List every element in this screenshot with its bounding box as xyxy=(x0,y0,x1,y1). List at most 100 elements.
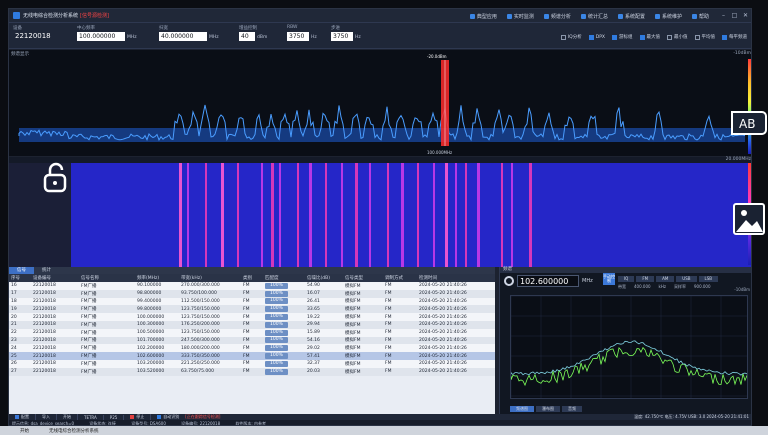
table-row[interactable]: 26 22120018 FM广播 103.200000 221.250/250.000 F… xyxy=(9,359,495,368)
zoom-spectrum-chart[interactable] xyxy=(510,295,748,399)
col-signal-type[interactable]: 信号类型 xyxy=(343,274,383,282)
menu-system-maintenance[interactable]: 系统维护 xyxy=(654,13,682,20)
col-device[interactable]: 设备编号 xyxy=(31,274,79,282)
option-max[interactable]: 最大值 xyxy=(639,34,660,40)
col-signal-name[interactable]: 信号名称 xyxy=(79,274,135,282)
title-bar: 无线电综合检测分析系统 [信号源检测] 典型应用 实时监测 频谱分析 统计汇总 … xyxy=(9,9,751,23)
menu-statistics[interactable]: 统计汇总 xyxy=(580,13,608,20)
gain-input[interactable]: 40 xyxy=(239,32,255,41)
close-icon[interactable]: ✕ xyxy=(740,11,751,20)
table-row[interactable]: 19 22120018 FM广播 99.800000 123.750/150.000 FM… xyxy=(9,305,495,314)
match-chip: 100% xyxy=(265,353,288,360)
window-controls: – □ ✕ xyxy=(718,11,751,20)
table-row[interactable]: 24 22120018 FM广播 102.200000 180.000/200.000 F… xyxy=(9,344,495,353)
max-checkbox[interactable] xyxy=(639,34,645,40)
tab-signals[interactable]: 信号 xyxy=(9,267,34,274)
iq-checkbox[interactable] xyxy=(560,34,566,40)
waterfall-streak xyxy=(325,163,327,267)
menu-spectrum-analysis[interactable]: 频谱分析 xyxy=(543,13,571,20)
device-select[interactable]: 22120018 xyxy=(13,32,53,41)
col-match[interactable]: 匹配度 xyxy=(263,274,305,282)
taskbar-start[interactable]: 开始 xyxy=(20,428,29,434)
bandwidth-value[interactable]: 400.000 xyxy=(634,284,651,290)
image-icon[interactable] xyxy=(728,198,768,242)
mode-am-button[interactable]: AM xyxy=(656,276,675,282)
table-cell: FM广播 xyxy=(79,352,135,360)
table-cell: FM xyxy=(241,297,263,306)
taskbar-app[interactable]: 无线电综合检测分析系统 xyxy=(49,428,99,434)
col-index[interactable]: 序号 xyxy=(9,274,31,282)
channel-checkbox[interactable] xyxy=(722,34,727,40)
table-row[interactable]: 21 22120018 FM广播 100.300000 176.250/200.000 F… xyxy=(9,320,495,329)
match-chip: 100% xyxy=(265,298,288,305)
waterfall-streak xyxy=(297,163,299,267)
tab-spectrum[interactable]: 频谱图 xyxy=(510,406,534,412)
zoom-freq-input[interactable]: 102.600000 xyxy=(517,275,579,287)
menu-system-config[interactable]: 系统配置 xyxy=(617,13,645,20)
span-input[interactable]: 40.000000 xyxy=(159,32,207,41)
option-avg[interactable]: 平均值 xyxy=(694,34,715,40)
spectrum-panel[interactable]: 频谱显示 -10dBm -20.0dBm 100.000MHz xyxy=(9,50,751,156)
waterfall-panel[interactable]: 20.000MHz xyxy=(9,157,751,267)
minimize-icon[interactable]: – xyxy=(718,11,729,20)
p25-button[interactable]: P25 xyxy=(104,414,125,420)
table-row[interactable]: 27 22120018 FM广播 103.520000 63.750/75.000 FM 1… xyxy=(9,367,495,376)
unlock-icon[interactable] xyxy=(40,162,72,194)
rbw-input[interactable]: 3750 xyxy=(287,32,309,41)
option-min[interactable]: 最小值 xyxy=(667,34,688,40)
translate-ab-icon[interactable]: AB xyxy=(728,108,768,138)
table-row[interactable]: 22 22120018 FM广播 100.500000 123.750/150.000 F… xyxy=(9,328,495,337)
table-row[interactable]: 25 22120018 FM广播 102.600000 333.750/350.000 F… xyxy=(9,352,495,360)
center-freq-input[interactable]: 100.000000 xyxy=(77,32,125,41)
tab-waterfall[interactable]: 瀑布图 xyxy=(536,406,560,412)
option-channel[interactable]: 每平频道 xyxy=(722,34,747,40)
table-cell: 100.500000 xyxy=(135,328,179,337)
tuner-knob-icon[interactable] xyxy=(504,276,514,286)
col-modulation[interactable]: 调制方式 xyxy=(383,274,417,282)
table-cell: 102.200000 xyxy=(135,344,179,353)
menu-typical-apps[interactable]: 典型应用 xyxy=(469,13,497,20)
table-cell: FM xyxy=(383,344,417,353)
center-freq-label: 中心频率 xyxy=(77,26,95,31)
table-row[interactable]: 23 22120018 FM广播 101.700000 247.500/300.000 F… xyxy=(9,336,495,345)
table-cell: FM xyxy=(241,352,263,360)
col-frequency[interactable]: 频率(MHz) xyxy=(135,274,179,282)
waterfall-streak xyxy=(401,163,404,267)
cursor-checkbox[interactable] xyxy=(612,34,617,40)
sample-rate-value[interactable]: 900.000 xyxy=(694,284,711,290)
mode-usb-button[interactable]: USB xyxy=(676,276,697,282)
table-cell: FM xyxy=(241,336,263,345)
option-iq[interactable]: IQ分析 xyxy=(560,34,582,40)
col-snr[interactable]: 信噪比(dB) xyxy=(305,274,343,282)
table-cell: 100% xyxy=(263,313,305,321)
option-cursor[interactable]: 游标组 xyxy=(612,34,633,40)
table-row[interactable]: 20 22120018 FM广播 100.000000 123.750/150.000 F… xyxy=(9,313,495,321)
zoom-settings-row: 带宽 400.000 kHz 采样率 900.000 xyxy=(618,284,719,290)
manual-control-button[interactable]: 手动控制 xyxy=(603,273,615,285)
avg-checkbox[interactable] xyxy=(694,34,700,40)
mode-lsb-button[interactable]: LSB xyxy=(698,276,719,282)
menu-realtime[interactable]: 实时监测 xyxy=(506,13,534,20)
step-input[interactable]: 3750 xyxy=(331,32,353,41)
option-dpx[interactable]: DPX xyxy=(588,34,605,40)
table-row[interactable]: 16 22120018 FM广播 90.100000 270.000/300.000 FM… xyxy=(9,282,495,290)
table-cell: FM广播 xyxy=(79,336,135,345)
menu-help[interactable]: 帮助 xyxy=(691,13,709,20)
col-bandwidth[interactable]: 带宽(kHz) xyxy=(179,274,241,282)
mode-iq-button[interactable]: IQ xyxy=(618,276,635,282)
table-cell: 20.03 xyxy=(305,367,343,376)
table-row[interactable]: 18 22120018 FM广播 99.400000 112.500/150.000 FM… xyxy=(9,297,495,306)
maximize-icon[interactable]: □ xyxy=(729,11,740,20)
table-row[interactable]: 17 22120018 FM广播 98.800000 93.750/100.000 FM 1… xyxy=(9,289,495,298)
tab-audio[interactable]: 音频 xyxy=(562,406,582,412)
dpx-checkbox[interactable] xyxy=(588,34,594,40)
min-checkbox[interactable] xyxy=(667,34,672,40)
table-cell: FM xyxy=(383,320,417,329)
col-category[interactable]: 类别 xyxy=(241,274,263,282)
col-detect-time[interactable]: 检测时间 xyxy=(417,274,495,282)
tab-statistics[interactable]: 统计 xyxy=(34,267,59,274)
span-group: 扫宽 40.000000 MHz xyxy=(159,25,219,41)
mode-fm-button[interactable]: FM xyxy=(636,276,655,282)
match-chip: 100% xyxy=(265,337,288,344)
tetra-button[interactable]: TETRA xyxy=(78,414,104,420)
